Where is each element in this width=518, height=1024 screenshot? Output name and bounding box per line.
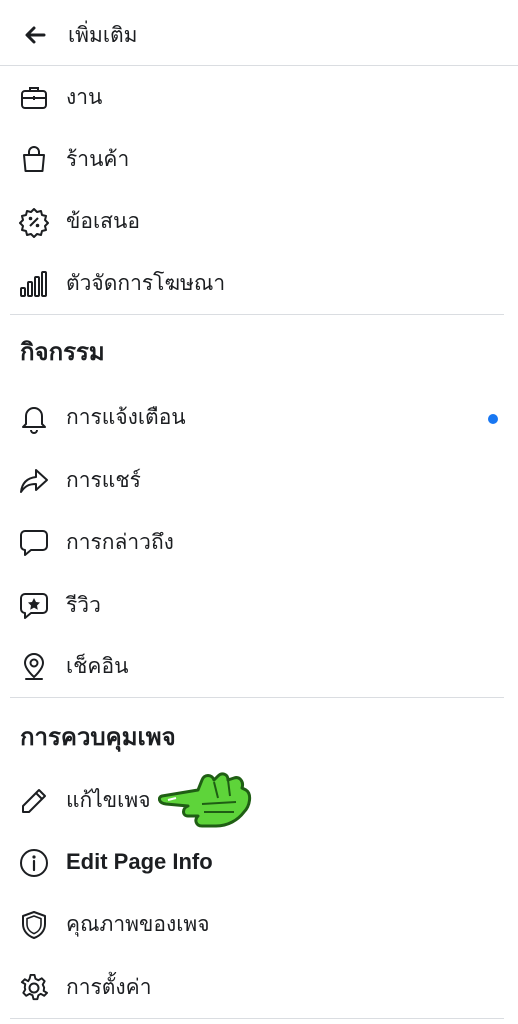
percent-badge-icon bbox=[18, 206, 50, 238]
page-title: เพิ่มเติม bbox=[68, 23, 138, 47]
menu-item-mentions[interactable]: การกล่าวถึง bbox=[0, 513, 518, 571]
menu-item-settings[interactable]: การตั้งค่า bbox=[0, 958, 518, 1016]
section-title-activity: กิจกรรม bbox=[20, 338, 105, 366]
menu-item-label: รีวิว bbox=[66, 593, 101, 617]
speech-bubble-icon bbox=[18, 527, 50, 559]
menu-item-page-quality[interactable]: คุณภาพของเพจ bbox=[0, 895, 518, 953]
menu-item-label: แก้ไขเพจ bbox=[66, 788, 151, 812]
share-icon bbox=[18, 465, 50, 497]
briefcase-icon bbox=[18, 82, 50, 114]
menu-item-offers[interactable]: ข้อเสนอ bbox=[0, 192, 518, 250]
star-bubble-icon bbox=[18, 590, 50, 622]
section-divider bbox=[10, 1018, 504, 1019]
menu-item-label: การแชร์ bbox=[66, 468, 141, 492]
header: เพิ่มเติม bbox=[0, 0, 518, 66]
menu-item-label: คุณภาพของเพจ bbox=[66, 912, 210, 936]
shopping-bag-icon bbox=[18, 144, 50, 176]
menu-item-checkins[interactable]: เช็คอิน bbox=[0, 637, 518, 695]
menu-item-shop[interactable]: ร้านค้า bbox=[0, 130, 518, 188]
unread-dot bbox=[488, 414, 498, 424]
pencil-icon bbox=[18, 785, 50, 817]
menu-item-label: การตั้งค่า bbox=[66, 975, 152, 999]
menu-item-shares[interactable]: การแชร์ bbox=[0, 451, 518, 509]
menu-item-ads-manager[interactable]: ตัวจัดการโฆษณา bbox=[0, 254, 518, 312]
arrow-left-icon[interactable] bbox=[22, 22, 48, 48]
menu-item-label: การกล่าวถึง bbox=[66, 530, 174, 554]
menu-item-label: ร้านค้า bbox=[66, 147, 130, 171]
menu-item-label: ข้อเสนอ bbox=[66, 209, 140, 233]
menu-item-reviews[interactable]: รีวิว bbox=[0, 576, 518, 634]
menu-item-label: เช็คอิน bbox=[66, 654, 129, 678]
section-divider bbox=[10, 314, 504, 315]
menu-item-label: Edit Page Info bbox=[66, 849, 213, 874]
menu-item-jobs[interactable]: งาน bbox=[0, 68, 518, 126]
menu-item-label: ตัวจัดการโฆษณา bbox=[66, 271, 226, 295]
gear-icon bbox=[18, 972, 50, 1004]
section-divider bbox=[10, 697, 504, 698]
bar-chart-icon bbox=[18, 268, 50, 300]
info-circle-icon bbox=[18, 847, 50, 879]
menu-item-label: งาน bbox=[66, 85, 103, 109]
location-pin-icon bbox=[18, 651, 50, 683]
section-title-page-control: การควบคุมเพจ bbox=[20, 723, 176, 751]
shield-icon bbox=[18, 909, 50, 941]
menu-item-notifications[interactable]: การแจ้งเตือน bbox=[0, 388, 518, 446]
menu-item-edit-page[interactable]: แก้ไขเพจ bbox=[0, 771, 518, 829]
menu-item-label: การแจ้งเตือน bbox=[66, 405, 186, 429]
menu-item-edit-page-info[interactable]: Edit Page Info bbox=[0, 833, 518, 891]
pointing-hand-icon bbox=[158, 772, 252, 828]
bell-icon bbox=[18, 402, 50, 434]
